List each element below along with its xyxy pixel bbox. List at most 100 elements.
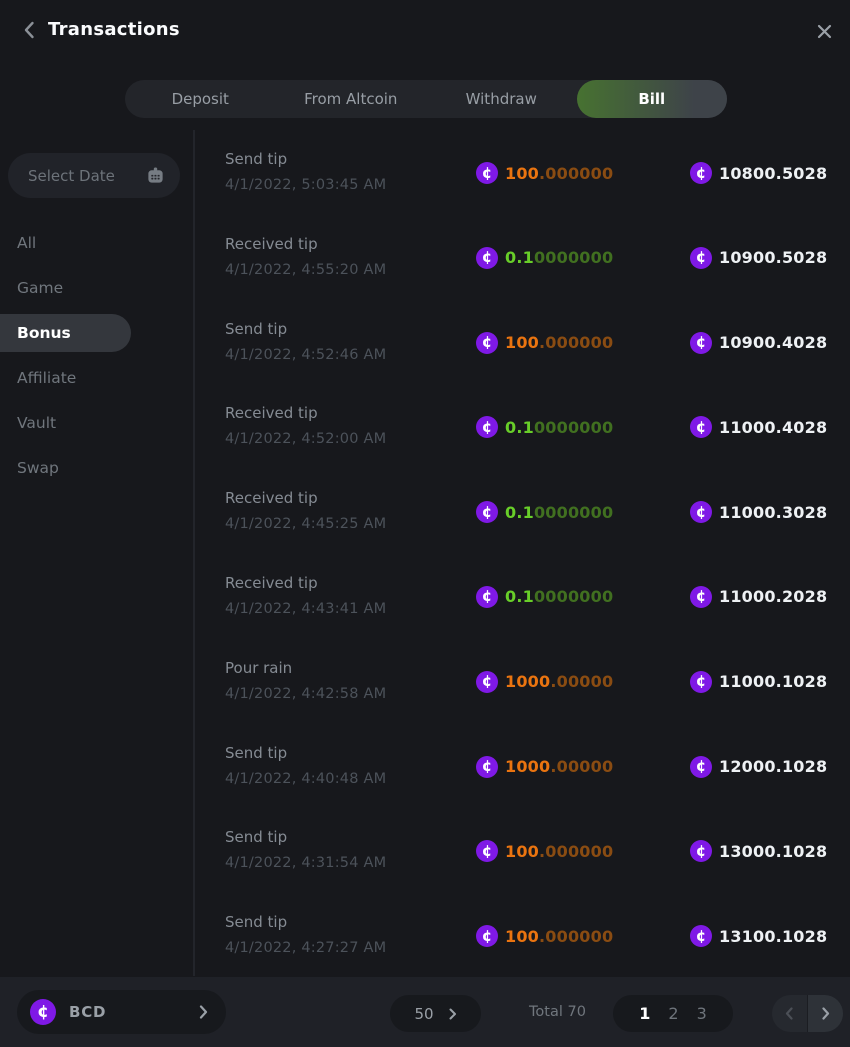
amount-main: 100 [505, 842, 539, 861]
amount-rest: .000000 [539, 842, 613, 861]
amount-main: 1000 [505, 672, 550, 691]
total-count: Total 70 [505, 977, 610, 1047]
transaction-type: Send tip [225, 320, 287, 338]
balance-value: 11000.2028 [719, 587, 827, 606]
balance-value: 11000.1028 [719, 672, 827, 691]
transaction-balance: ¢ 11000.4028 [690, 416, 827, 438]
currency-label: BCD [69, 1003, 106, 1021]
close-button[interactable] [812, 19, 836, 43]
amount-rest: .000000 [539, 164, 613, 183]
transaction-row: Received tip 4/1/2022, 4:43:41 AM ¢ 0.10… [195, 564, 850, 649]
bcd-coin-icon: ¢ [30, 999, 56, 1025]
next-page-button[interactable] [808, 995, 843, 1032]
footer-bar: ¢ BCD 50 Total 70 1 2 3 [0, 977, 850, 1047]
transaction-type: Send tip [225, 744, 287, 762]
amount-value: 100.000000 [505, 164, 613, 183]
amount-value: 1000.00000 [505, 672, 613, 691]
page-button-3[interactable]: 3 [697, 1004, 707, 1023]
transaction-list: Send tip 4/1/2022, 5:03:45 AM ¢ 100.0000… [195, 140, 850, 977]
chevron-left-icon [23, 21, 35, 39]
bcd-coin-icon: ¢ [476, 247, 498, 269]
balance-value: 10800.5028 [719, 164, 827, 183]
page-size-selector[interactable]: 50 [390, 995, 481, 1032]
sidebar-item-swap[interactable]: Swap [0, 445, 193, 490]
transaction-type: Received tip [225, 235, 318, 253]
transaction-datetime: 4/1/2022, 4:52:46 AM [225, 347, 386, 363]
transaction-type: Send tip [225, 150, 287, 168]
transaction-datetime: 4/1/2022, 4:42:58 AM [225, 686, 386, 702]
sidebar-item-game[interactable]: Game [0, 265, 193, 310]
amount-main: 100 [505, 333, 539, 352]
transaction-type: Received tip [225, 489, 318, 507]
bcd-coin-icon: ¢ [476, 332, 498, 354]
amount-main: 0.1 [505, 587, 534, 606]
select-date-label: Select Date [28, 167, 115, 185]
transaction-amount: ¢ 0.10000000 [476, 416, 613, 438]
amount-value: 0.10000000 [505, 503, 613, 522]
bcd-coin-icon: ¢ [690, 416, 712, 438]
transaction-balance: ¢ 12000.1028 [690, 756, 827, 778]
bcd-coin-icon: ¢ [690, 925, 712, 947]
sidebar-item-bonus[interactable]: Bonus [0, 314, 131, 352]
balance-value: 11000.4028 [719, 418, 827, 437]
bcd-coin-icon: ¢ [476, 840, 498, 862]
sidebar-item-affiliate[interactable]: Affiliate [0, 355, 193, 400]
tab-from-altcoin[interactable]: From Altcoin [276, 80, 427, 118]
balance-value: 10900.5028 [719, 248, 827, 267]
chevron-right-icon [821, 1007, 830, 1020]
amount-value: 0.10000000 [505, 418, 613, 437]
bcd-coin-icon: ¢ [476, 756, 498, 778]
bcd-coin-icon: ¢ [476, 586, 498, 608]
bcd-coin-icon: ¢ [476, 162, 498, 184]
calendar-icon [146, 166, 165, 185]
filter-nav: All Game Bonus Affiliate Vault Swap [0, 220, 193, 490]
tab-bill[interactable]: Bill [577, 80, 728, 118]
amount-rest: 0000000 [534, 503, 613, 522]
amount-value: 100.000000 [505, 842, 613, 861]
transaction-type: Send tip [225, 828, 287, 846]
balance-value: 13100.1028 [719, 927, 827, 946]
tab-deposit[interactable]: Deposit [125, 80, 276, 118]
amount-value: 0.10000000 [505, 587, 613, 606]
transaction-amount: ¢ 1000.00000 [476, 671, 613, 693]
currency-selector[interactable]: ¢ BCD [17, 990, 226, 1034]
transaction-datetime: 4/1/2022, 4:31:54 AM [225, 855, 386, 871]
select-date-button[interactable]: Select Date [8, 153, 180, 198]
bcd-coin-icon: ¢ [690, 586, 712, 608]
transaction-balance: ¢ 11000.1028 [690, 671, 827, 693]
tab-withdraw[interactable]: Withdraw [426, 80, 577, 118]
transaction-type: Send tip [225, 913, 287, 931]
transaction-tabs: Deposit From Altcoin Withdraw Bill [125, 80, 727, 118]
amount-value: 100.000000 [505, 333, 613, 352]
page-button-2[interactable]: 2 [668, 1004, 678, 1023]
transaction-datetime: 4/1/2022, 4:27:27 AM [225, 940, 386, 956]
page-title: Transactions [48, 19, 180, 40]
balance-value: 10900.4028 [719, 333, 827, 352]
transaction-type: Pour rain [225, 659, 292, 677]
bcd-coin-icon: ¢ [690, 247, 712, 269]
amount-value: 1000.00000 [505, 757, 613, 776]
transaction-datetime: 4/1/2022, 4:45:25 AM [225, 516, 386, 532]
transaction-balance: ¢ 10800.5028 [690, 162, 827, 184]
bcd-coin-icon: ¢ [690, 671, 712, 693]
transaction-balance: ¢ 11000.2028 [690, 586, 827, 608]
sidebar-item-all[interactable]: All [0, 220, 193, 265]
chevron-right-icon [199, 1005, 208, 1019]
bcd-coin-icon: ¢ [690, 756, 712, 778]
pager-controls [772, 995, 843, 1032]
bcd-coin-icon: ¢ [690, 332, 712, 354]
amount-main: 100 [505, 164, 539, 183]
amount-rest: .000000 [539, 927, 613, 946]
amount-main: 0.1 [505, 248, 534, 267]
transaction-balance: ¢ 10900.4028 [690, 332, 827, 354]
transaction-amount: ¢ 100.000000 [476, 162, 613, 184]
previous-page-button[interactable] [772, 995, 808, 1032]
amount-rest: .00000 [550, 672, 613, 691]
bcd-coin-icon: ¢ [690, 162, 712, 184]
page-button-1[interactable]: 1 [639, 1004, 650, 1023]
sidebar-item-vault[interactable]: Vault [0, 400, 193, 445]
amount-main: 1000 [505, 757, 550, 776]
transaction-amount: ¢ 100.000000 [476, 925, 613, 947]
back-button[interactable] [16, 17, 42, 43]
amount-rest: 0000000 [534, 248, 613, 267]
